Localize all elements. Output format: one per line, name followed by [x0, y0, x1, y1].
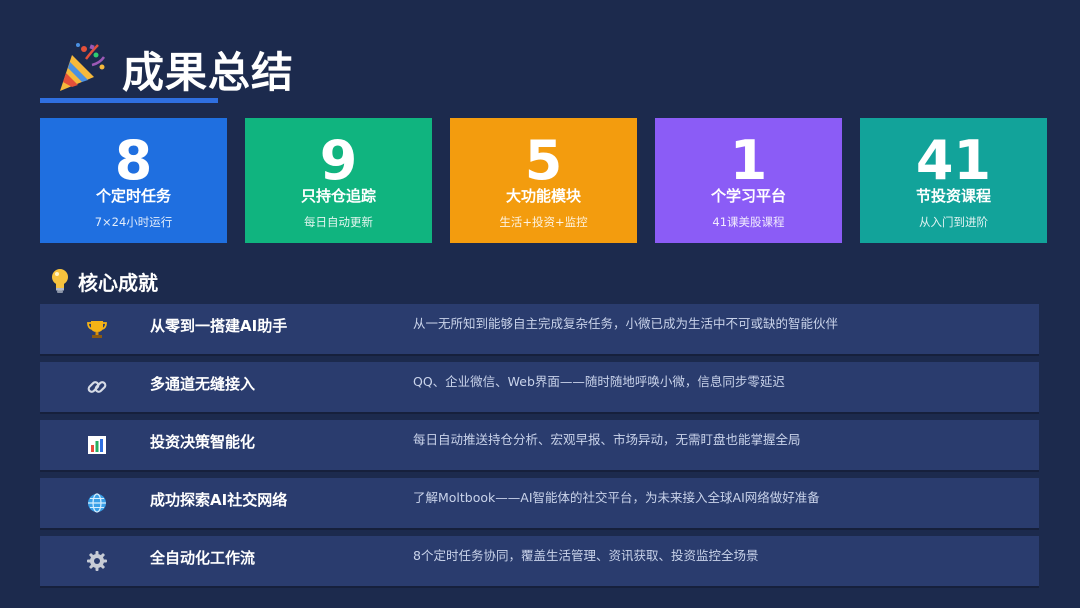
- achievement-title: 从零到一搭建AI助手: [150, 317, 288, 335]
- section-title: 核心成就: [78, 270, 158, 295]
- achievement-row: 从零到一搭建AI助手 从一无所知到能够自主完成复杂任务，小微已成为生活中不可或缺…: [40, 304, 1039, 356]
- achievement-title: 投资决策智能化: [150, 433, 256, 451]
- achievement-description: 了解Moltbook——AI智能体的社交平台，为未来接入全球AI网络做好准备: [413, 490, 820, 505]
- link-icon: [86, 376, 108, 398]
- achievement-description: QQ、企业微信、Web界面——随时随地呼唤小微，信息同步零延迟: [413, 374, 785, 389]
- stat-label: 个学习平台: [710, 187, 786, 205]
- achievement-title: 多通道无缝接入: [150, 375, 256, 393]
- stat-card-courses: 41 节投资课程 从入门到进阶: [860, 118, 1047, 243]
- page-header: 成果总结: [52, 40, 294, 98]
- party-popper-icon: [52, 41, 108, 97]
- stat-number: 8: [114, 129, 153, 192]
- bar-chart-icon: [86, 434, 108, 456]
- stat-subtext: 41课美股课程: [712, 215, 785, 229]
- stat-label: 大功能模块: [505, 187, 581, 205]
- lightbulb-icon: [50, 268, 70, 294]
- achievement-description: 从一无所知到能够自主完成复杂任务，小微已成为生活中不可或缺的智能伙伴: [413, 316, 839, 331]
- stat-subtext: 生活+投资+监控: [499, 215, 588, 229]
- globe-icon: [86, 492, 108, 514]
- achievement-row: 成功探索AI社交网络 了解Moltbook——AI智能体的社交平台，为未来接入全…: [40, 478, 1039, 530]
- achievement-row: 多通道无缝接入 QQ、企业微信、Web界面——随时随地呼唤小微，信息同步零延迟: [40, 362, 1039, 414]
- achievement-title: 成功探索AI社交网络: [150, 491, 288, 509]
- stat-subtext: 7×24小时运行: [94, 215, 173, 229]
- section-header: 核心成就: [50, 266, 158, 296]
- achievement-description: 每日自动推送持仓分析、宏观早报、市场异动，无需盯盘也能掌握全局: [413, 432, 801, 447]
- stat-card-platform: 1 个学习平台 41课美股课程: [655, 118, 842, 243]
- stat-number: 5: [524, 129, 563, 192]
- stat-card-holdings: 9 只持仓追踪 每日自动更新: [245, 118, 432, 243]
- page-title: 成果总结: [122, 47, 295, 97]
- stat-subtext: 从入门到进阶: [919, 215, 988, 229]
- title-underline: [40, 98, 218, 103]
- achievement-title: 全自动化工作流: [150, 549, 256, 567]
- stat-number: 1: [729, 129, 768, 192]
- stat-card-tasks: 8 个定时任务 7×24小时运行: [40, 118, 227, 243]
- trophy-icon: [86, 318, 108, 340]
- achievement-description: 8个定时任务协同，覆盖生活管理、资讯获取、投资监控全场景: [413, 548, 759, 563]
- achievement-row: 投资决策智能化 每日自动推送持仓分析、宏观早报、市场异动，无需盯盘也能掌握全局: [40, 420, 1039, 472]
- achievement-row: 全自动化工作流 8个定时任务协同，覆盖生活管理、资讯获取、投资监控全场景: [40, 536, 1039, 588]
- stats-row: 8 个定时任务 7×24小时运行 9 只持仓追踪 每日自动更新 5 大功能模块 …: [40, 118, 1048, 243]
- stat-label: 个定时任务: [95, 187, 171, 205]
- stat-number: 41: [915, 129, 992, 192]
- stat-number: 9: [319, 129, 358, 192]
- stat-label: 节投资课程: [915, 187, 991, 205]
- stat-label: 只持仓追踪: [300, 187, 376, 205]
- gear-icon: [86, 550, 108, 572]
- stat-subtext: 每日自动更新: [304, 215, 373, 229]
- stat-card-modules: 5 大功能模块 生活+投资+监控: [450, 118, 637, 243]
